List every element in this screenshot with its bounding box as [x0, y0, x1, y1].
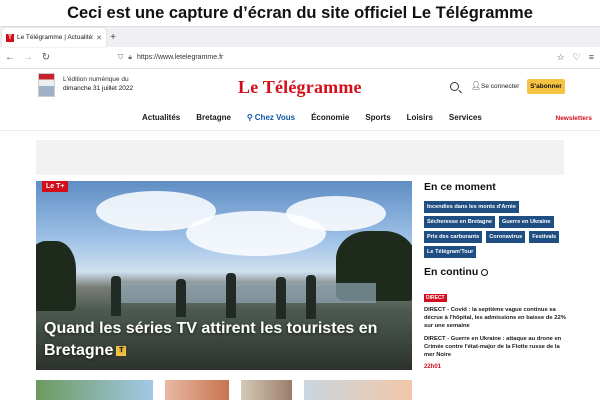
tag-festivals[interactable]: Festivals: [529, 231, 560, 243]
search-icon[interactable]: [450, 82, 459, 91]
hero-person: [111, 276, 121, 316]
nav-item-actualites[interactable]: Actualités: [142, 113, 180, 122]
article-thumbnail[interactable]: [241, 380, 292, 400]
user-icon[interactable]: 👤︎: [471, 81, 481, 90]
forward-icon[interactable]: →: [22, 52, 34, 63]
nav-item-sports[interactable]: Sports: [365, 113, 390, 122]
tag-coronavirus[interactable]: Coronavirus: [486, 231, 526, 243]
browser-navbar: ← → ↻ ⛉ 🔒︎ https://www.letelegramme.fr ☆…: [0, 47, 600, 69]
ad-banner: [36, 140, 564, 175]
shield-icon[interactable]: ⛉: [118, 54, 123, 62]
news-item-covid[interactable]: DIRECT - Covid : la septième vague conti…: [424, 306, 566, 330]
premium-badge: Le T+: [42, 181, 69, 192]
subscribe-button[interactable]: S'abonner: [527, 79, 565, 94]
nav-item-economie[interactable]: Économie: [311, 113, 349, 122]
hero-cloud: [286, 196, 386, 231]
nav-item-loisirs[interactable]: Loisirs: [407, 113, 433, 122]
bookmark-star-icon[interactable]: ☆: [557, 52, 565, 63]
nav-item-bretagne[interactable]: Bretagne: [196, 113, 231, 122]
reload-icon[interactable]: ↻: [40, 52, 52, 63]
browser-tabbar: T Le Télégramme | Actualités et in ✕ +: [0, 26, 600, 47]
browser-right-buttons: ☆ ♡ ≡: [557, 52, 596, 63]
moment-title: En ce moment: [424, 181, 496, 193]
hero-tree: [36, 241, 76, 311]
hero-sea: [116, 283, 376, 303]
browser-tab[interactable]: T Le Télégramme | Actualités et in ✕: [2, 28, 106, 47]
tag-carburants[interactable]: Prix des carburants: [424, 231, 483, 243]
edition-line2: dimanche 31 juillet 2022: [63, 85, 134, 92]
site-header: L'édition numérique du dimanche 31 juill…: [0, 69, 600, 107]
tag-secheresse[interactable]: Sécheresse en Bretagne: [424, 216, 495, 228]
address-bar[interactable]: ⛉ 🔒︎ https://www.letelegramme.fr: [58, 50, 551, 65]
tab-title: Le Télégramme | Actualités et in: [17, 34, 94, 41]
hero-person: [306, 275, 316, 319]
menu-icon[interactable]: ≡: [589, 52, 594, 63]
topic-tags: Incendies dans les monts d'Arrée Séchere…: [424, 201, 574, 258]
continu-title: En continu: [424, 266, 574, 278]
main-nav: Actualités Bretagne ⚲ Chez Vous Économie …: [0, 107, 600, 131]
pocket-icon[interactable]: ♡: [573, 52, 581, 63]
news-time: 22h01: [424, 364, 442, 370]
new-tab-icon[interactable]: +: [106, 28, 120, 47]
nav-item-services[interactable]: Services: [449, 113, 482, 122]
article-thumbnail[interactable]: [36, 380, 153, 400]
close-icon[interactable]: ✕: [96, 34, 102, 42]
hero-person: [226, 273, 236, 318]
tag-ukraine[interactable]: Guerre en Ukraine: [498, 216, 554, 228]
continu-title-text: En continu: [424, 266, 479, 278]
hero-headline-text: Quand les séries TV attirent les tourist…: [44, 320, 378, 359]
edition-link[interactable]: L'édition numérique du dimanche 31 juill…: [63, 75, 133, 93]
hero-person: [276, 277, 286, 319]
premium-t-icon: T: [116, 345, 127, 356]
article-thumbnail[interactable]: [304, 380, 412, 400]
tag-telegramtour[interactable]: Le Télégram'Tour: [424, 246, 477, 258]
tag-incendies[interactable]: Incendies dans les monts d'Arrée: [424, 201, 519, 213]
back-icon[interactable]: ←: [4, 52, 16, 63]
login-link[interactable]: Se connecter: [481, 83, 519, 90]
article-thumbnail[interactable]: [165, 380, 229, 400]
hero-headline[interactable]: Quand les séries TV attirent les tourist…: [44, 318, 404, 362]
location-pin-icon: ⚲: [246, 113, 253, 122]
nav-item-chez-vous-label: Chez Vous: [254, 113, 296, 122]
edition-cover-image[interactable]: [38, 73, 55, 97]
hero-person: [176, 279, 186, 317]
site-logo[interactable]: Le Télégramme: [238, 77, 362, 98]
edition-line1: L'édition numérique du: [63, 76, 129, 83]
side-column: En ce moment Incendies dans les monts d'…: [424, 181, 574, 370]
url-text: https://www.letelegramme.fr: [136, 54, 224, 61]
clock-icon: [481, 268, 489, 276]
direct-badge: DIRECT: [424, 294, 447, 302]
lock-icon[interactable]: 🔒︎: [128, 54, 132, 62]
live-news-list: DIRECT DIRECT - Covid : la septième vagu…: [424, 286, 574, 370]
nav-item-chez-vous[interactable]: ⚲ Chez Vous: [247, 113, 295, 122]
hero-article[interactable]: Le T+ Quand les séries TV attirent les t…: [36, 181, 412, 370]
newsletters-link[interactable]: Newsletters: [556, 115, 593, 122]
news-item-ukraine[interactable]: DIRECT - Guerre en Ukraine : attaque au …: [424, 335, 566, 359]
favicon-icon: T: [6, 33, 14, 42]
page-caption: Ceci est une capture d’écran du site off…: [0, 0, 600, 26]
